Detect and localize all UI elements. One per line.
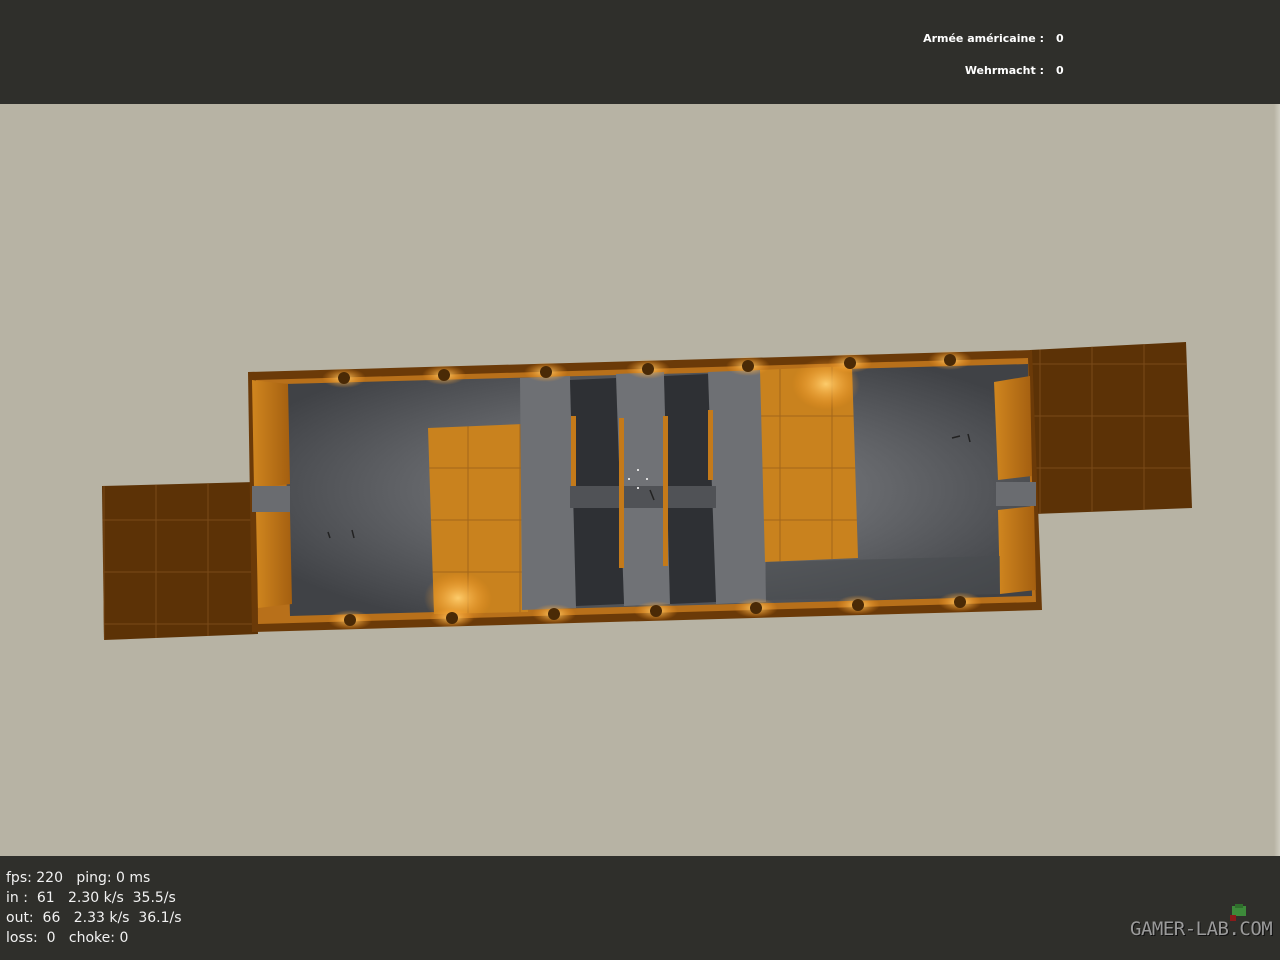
team-name: Armée américaine : (923, 32, 1044, 45)
left-spawn-platform (102, 482, 258, 640)
netgraph-loss-line: loss: 0 choke: 0 (6, 930, 129, 946)
cover-block-left (424, 424, 528, 624)
netgraph-in-line: in : 61 2.30 k/s 35.5/s (6, 890, 176, 906)
net-graph: fps: 220 ping: 0 ms in : 61 2.30 k/s 35.5… (6, 868, 182, 948)
cover-block-right (758, 358, 860, 562)
bottom-hud-bar (0, 856, 1280, 960)
netgraph-fps-line: fps: 220 ping: 0 ms (6, 870, 151, 886)
score-row-allies: Armée américaine : 0 (0, 32, 1280, 48)
game-viewport[interactable] (0, 104, 1280, 856)
viewport-edge (1274, 104, 1280, 856)
left-inner-walls (252, 380, 292, 608)
team-score: 0 (1056, 64, 1064, 77)
right-inner-walls (994, 376, 1036, 594)
score-row-axis: Wehrmacht : 0 (0, 64, 1280, 80)
map-overview (102, 342, 1192, 640)
top-hud-bar (0, 0, 1280, 104)
team-score: 0 (1056, 32, 1064, 45)
right-spawn-platform (1030, 342, 1192, 514)
center-corridor (520, 370, 766, 610)
watermark: GAMER-LAB.COM (1130, 918, 1273, 940)
team-name: Wehrmacht : (964, 64, 1044, 77)
netgraph-out-line: out: 66 2.33 k/s 36.1/s (6, 910, 182, 926)
